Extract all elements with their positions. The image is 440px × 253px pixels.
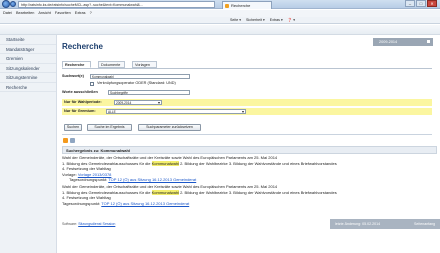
result-2-tagesordnung: Tagesordnungspunkt: TOP 12 (Ö) aus Sitzu…: [62, 201, 189, 207]
result-1-highlight: Kommunalwahl: [151, 160, 179, 166]
print-icon[interactable]: [70, 138, 75, 143]
search-row: Suchwort(e) Kommunalwahl: [62, 73, 432, 80]
forward-icon[interactable]: [10, 1, 16, 7]
period-row: Nur für Wahlperiode: 2009-2014: [62, 99, 432, 106]
command-bar: Seite ▾ Sicherheit ▾ Extras ▾ ❓ ▾: [0, 17, 440, 24]
search-button[interactable]: Suchen: [64, 124, 82, 131]
sidebar: Startseite Mandatsträger Gremien Sitzung…: [0, 35, 57, 253]
page-menu[interactable]: Seite ▾: [230, 17, 241, 24]
exclude-input[interactable]: Suchbegriffe: [108, 90, 190, 95]
gremium-select[interactable]: ALLE: [106, 109, 246, 114]
period-selector[interactable]: 2009-2014: [373, 38, 433, 46]
or-operator-label: Verknüpfungsoperator ODER (Standard: UND…: [97, 81, 176, 85]
menu-item-help[interactable]: ?: [90, 10, 92, 17]
operator-row: Verknüpfungsoperator ODER (Standard: UND…: [62, 80, 432, 87]
security-menu[interactable]: Sicherheit ▾: [246, 17, 265, 24]
gremium-label: Nur für Gremium:: [64, 109, 96, 113]
browser-tab-title: Recherche: [231, 3, 251, 8]
tagesordnung-label: Tagesordnungspunkt:: [69, 177, 108, 182]
maximize-icon[interactable]: □: [416, 0, 426, 7]
wahlperiode-label: Nur für Wahlperiode:: [64, 100, 102, 104]
result-1-line-2b: 2. Bildung der Wahlbezirke 3. Bildung de…: [178, 160, 337, 166]
search-in-results-button[interactable]: Suche im Ergebnis: [87, 124, 132, 131]
tagesordnung-link-2[interactable]: TOP 12 (Ö) aus Sitzung 16.12.2013 Gemein…: [101, 201, 189, 206]
sidebar-item-startseite[interactable]: Startseite: [0, 35, 56, 45]
sidebar-item-sitzungstermine[interactable]: Sitzungstermine: [0, 73, 56, 83]
search-label: Suchwort(e): [62, 74, 84, 78]
result-1-tagesordnung: Tagesordnungspunkt: TOP 12 (Ö) aus Sitzu…: [69, 177, 196, 183]
address-bar[interactable]: http://ratsinfo.ks.de/ratsinfo/sucheMCL.…: [18, 1, 215, 8]
browser-tab[interactable]: Recherche: [222, 1, 272, 9]
minimize-icon[interactable]: –: [405, 0, 415, 7]
menu-item-favorites[interactable]: Favoriten: [55, 10, 71, 17]
exclude-row: Worte ausschließen Suchbegriffe: [62, 89, 432, 96]
separator: [62, 134, 432, 135]
favicon-icon: [225, 3, 229, 8]
software-label: Software:: [62, 222, 78, 226]
exclude-label: Worte ausschließen: [62, 90, 98, 94]
reset-button[interactable]: Suchparameter zurücksetzen: [138, 124, 201, 131]
sidebar-item-gremien[interactable]: Gremien: [0, 54, 56, 64]
vorlage-link[interactable]: Vorlage 2013/0378: [78, 172, 112, 177]
page-top-link[interactable]: Seitenanfang: [414, 219, 435, 229]
software-credit: Software: Sitzungsdienst Session: [62, 222, 115, 226]
wahlperiode-select[interactable]: 2009-2014: [114, 100, 162, 105]
or-operator-checkbox[interactable]: [90, 81, 94, 86]
period-label: 2009-2014: [379, 40, 398, 44]
tagesordnung-label-2: Tagesordnungspunkt:: [62, 200, 101, 206]
tab-recherche[interactable]: Recherche: [62, 61, 91, 68]
page-title: Recherche: [62, 42, 103, 51]
result-1-line-2a: 1. Bildung des Gemeindewahlausschusses f…: [62, 160, 152, 166]
menu-item-file[interactable]: Datei: [3, 10, 12, 17]
sidebar-item-mandatstraeger[interactable]: Mandatsträger: [0, 45, 56, 54]
menu-item-view[interactable]: Ansicht: [38, 10, 50, 17]
site-header-strip: [0, 25, 440, 35]
close-icon[interactable]: ✕: [427, 0, 437, 7]
tab-dokumente[interactable]: Dokumente: [98, 61, 125, 68]
vorlage-label: Vorlage:: [62, 171, 77, 177]
browser-titlebar: http://ratsinfo.ks.de/ratsinfo/sucheMCL.…: [0, 0, 440, 9]
gremium-row: Nur für Gremium: ALLE: [62, 108, 432, 115]
tab-divider: [62, 68, 432, 69]
last-change: letzte Änderung: 05.02.2014: [335, 222, 381, 226]
footer-status-bar: letzte Änderung: 05.02.2014 Seitenanfang: [330, 219, 440, 229]
results-header: Suchergebnis zu: Kommunalwahl: [62, 146, 437, 154]
sidebar-item-recherche[interactable]: Recherche: [0, 83, 56, 92]
search-input[interactable]: Kommunalwahl: [90, 74, 190, 79]
rss-icon[interactable]: [63, 138, 68, 143]
menu-item-tools[interactable]: Extras: [75, 10, 86, 17]
back-icon[interactable]: [2, 0, 10, 8]
tagesordnung-link[interactable]: TOP 12 (Ö) aus Sitzung 16.12.2013 Gemein…: [108, 177, 196, 182]
help-menu[interactable]: ❓ ▾: [288, 17, 295, 24]
tools-menu[interactable]: Extras ▾: [270, 17, 283, 24]
menu-bar: Datei Bearbeiten Ansicht Favoriten Extra…: [0, 10, 440, 17]
tab-vorlagen[interactable]: Vorlagen: [132, 61, 157, 68]
result-2-line-2b: 2. Bildung der Wahlbezirke 3. Bildung de…: [178, 189, 337, 195]
result-2-line-2a: 1. Bildung des Gemeindewahlausschusses f…: [62, 189, 152, 195]
sidebar-item-sitzungskalender[interactable]: Sitzungskalender: [0, 64, 56, 73]
menu-item-edit[interactable]: Bearbeiten: [16, 10, 34, 17]
dropdown-icon: [427, 40, 430, 43]
result-2-highlight: Kommunalwahl: [151, 189, 179, 195]
software-link[interactable]: Sitzungsdienst Session: [78, 222, 115, 226]
